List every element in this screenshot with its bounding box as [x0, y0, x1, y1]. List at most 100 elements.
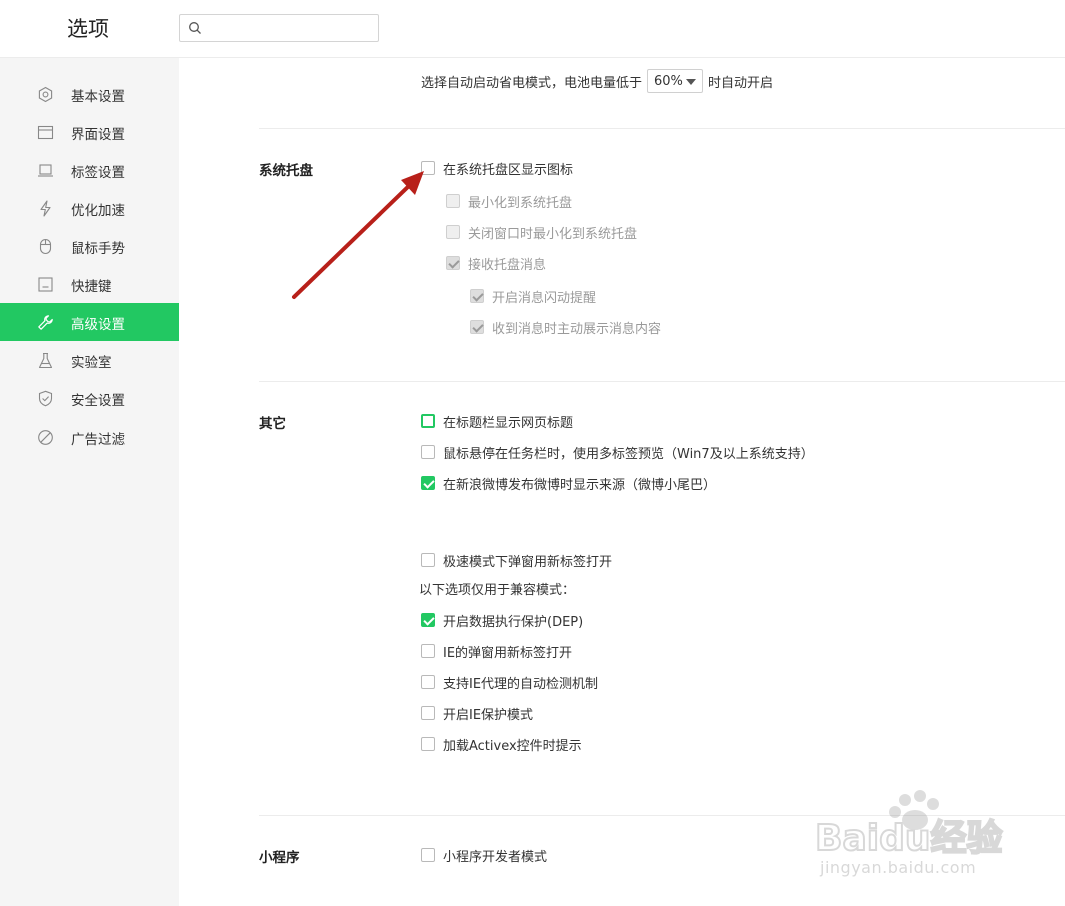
sidebar-item-optimize[interactable]: 优化加速 [0, 189, 179, 227]
watermark-domain: jingyan.baidu.com [820, 858, 977, 877]
option-label: 在标题栏显示网页标题 [443, 415, 574, 431]
section-title-other: 其它 [259, 416, 286, 432]
option-label: 开启IE保护模式 [443, 707, 534, 723]
tab-icon [38, 164, 53, 177]
window-icon [37, 125, 54, 140]
top-bar: 选项 [0, 0, 1065, 58]
sidebar-item-interface[interactable]: 界面设置 [0, 113, 179, 151]
sidebar-item-basic[interactable]: 基本设置 [0, 75, 179, 113]
watermark-brand: Baidu经验 [815, 818, 1002, 859]
checkbox[interactable] [421, 445, 435, 459]
sidebar-item-security[interactable]: 安全设置 [0, 379, 179, 417]
checkbox [446, 225, 460, 239]
show-page-title-option[interactable]: 在标题栏显示网页标题 [421, 411, 573, 431]
tray-show-content-option: 收到消息时主动展示消息内容 [470, 317, 661, 337]
option-label: 加载Activex控件时提示 [443, 738, 582, 754]
mouse-icon [39, 238, 52, 255]
page-title: 选项 [67, 17, 109, 41]
checkbox [470, 289, 484, 303]
tray-show-icon-option[interactable]: 在系统托盘区显示图标 [421, 158, 573, 178]
power-saving-setting: 选择自动启动省电模式，电池电量低于 60% 时自动开启 [421, 69, 773, 93]
search-icon [189, 22, 201, 34]
checkbox [470, 320, 484, 334]
compat-mode-note: 以下选项仅用于兼容模式： [419, 583, 576, 598]
checkbox[interactable] [421, 706, 435, 720]
section-divider [259, 381, 1065, 382]
sidebar-item-label: 快捷键 [71, 279, 112, 295]
option-label: IE的弹窗用新标签打开 [443, 645, 573, 661]
option-label: 极速模式下弹窗用新标签打开 [443, 554, 613, 570]
chevron-down-icon [686, 79, 697, 85]
wrench-icon [38, 315, 53, 330]
sidebar-item-label: 高级设置 [71, 317, 125, 333]
option-label: 小程序开发者模式 [443, 849, 548, 865]
option-label: 最小化到系统托盘 [468, 195, 573, 211]
checkbox[interactable] [421, 553, 435, 567]
option-label: 关闭窗口时最小化到系统托盘 [468, 226, 638, 242]
sidebar-item-label: 实验室 [71, 355, 112, 371]
dep-option[interactable]: 开启数据执行保护(DEP) [421, 610, 583, 630]
option-label: 接收托盘消息 [468, 257, 547, 273]
annotation-arrow [292, 171, 424, 299]
battery-threshold-value: 60% [654, 73, 683, 89]
option-label: 支持IE代理的自动检测机制 [443, 676, 599, 692]
checkbox[interactable] [421, 848, 435, 862]
keyboard-icon [38, 277, 53, 292]
option-label: 开启数据执行保护(DEP) [443, 614, 584, 630]
section-title-miniprogram: 小程序 [259, 850, 300, 866]
checkbox[interactable] [421, 476, 435, 490]
ie-popup-tab-option[interactable]: IE的弹窗用新标签打开 [421, 641, 572, 661]
ie-proxy-detect-option[interactable]: 支持IE代理的自动检测机制 [421, 672, 598, 692]
tray-flash-alert-option: 开启消息闪动提醒 [470, 286, 596, 306]
checkbox[interactable] [421, 613, 435, 627]
baidu-watermark: Baidu经验 jingyan.baidu.com [814, 790, 1015, 890]
sidebar-item-mouse-gestures[interactable]: 鼠标手势 [0, 227, 179, 265]
weibo-source-option[interactable]: 在新浪微博发布微博时显示来源（微博小尾巴） [421, 473, 716, 493]
shield-icon [38, 390, 53, 407]
section-divider [259, 128, 1065, 129]
gear-icon [38, 86, 53, 103]
flask-icon [38, 352, 53, 369]
taskbar-preview-option[interactable]: 鼠标悬停在任务栏时，使用多标签预览（Win7及以上系统支持） [421, 442, 814, 462]
block-icon [38, 430, 53, 445]
power-saving-prefix: 选择自动启动省电模式，电池电量低于 [421, 75, 643, 91]
sidebar-item-shortcuts[interactable]: 快捷键 [0, 265, 179, 303]
miniprogram-dev-mode-option[interactable]: 小程序开发者模式 [421, 845, 547, 865]
option-label: 鼠标悬停在任务栏时，使用多标签预览（Win7及以上系统支持） [443, 446, 814, 462]
lightning-icon [40, 200, 51, 217]
option-label: 在新浪微博发布微博时显示来源（微博小尾巴） [443, 477, 717, 493]
checkbox[interactable] [421, 414, 435, 428]
popup-new-tab-option[interactable]: 极速模式下弹窗用新标签打开 [421, 550, 612, 570]
tray-close-minimize-option: 关闭窗口时最小化到系统托盘 [446, 222, 637, 242]
option-label: 在系统托盘区显示图标 [443, 162, 574, 178]
baidu-paw-logo: Baidu经验 [814, 790, 1003, 860]
power-saving-suffix: 时自动开启 [708, 75, 774, 91]
sidebar-item-label: 优化加速 [71, 203, 125, 219]
tray-minimize-option: 最小化到系统托盘 [446, 191, 572, 211]
checkbox[interactable] [421, 737, 435, 751]
checkbox[interactable] [421, 644, 435, 658]
option-label: 开启消息闪动提醒 [492, 290, 597, 306]
sidebar-item-label: 界面设置 [71, 127, 125, 143]
sidebar-item-lab[interactable]: 实验室 [0, 341, 179, 379]
sidebar-item-advanced[interactable]: 高级设置 [0, 303, 179, 341]
search-input[interactable] [208, 17, 373, 39]
activex-prompt-option[interactable]: 加载Activex控件时提示 [421, 734, 582, 754]
sidebar-item-ad-filter[interactable]: 广告过滤 [0, 418, 179, 456]
sidebar-item-label: 安全设置 [71, 393, 125, 409]
sidebar-item-label: 广告过滤 [71, 432, 125, 448]
settings-panel: 选择自动启动省电模式，电池电量低于 60% 时自动开启 系统托盘 在系统托盘区显… [179, 58, 1065, 906]
checkbox[interactable] [421, 675, 435, 689]
search-box[interactable] [179, 14, 379, 42]
sidebar-item-label: 标签设置 [71, 165, 125, 181]
option-label: 收到消息时主动展示消息内容 [492, 321, 662, 337]
checkbox [446, 256, 460, 270]
sidebar-item-label: 基本设置 [71, 89, 125, 105]
sidebar-item-tabs[interactable]: 标签设置 [0, 151, 179, 189]
checkbox [446, 194, 460, 208]
sidebar-item-label: 鼠标手势 [71, 241, 125, 257]
battery-threshold-select[interactable]: 60% [647, 69, 704, 93]
sidebar: 基本设置 界面设置 标签设置 优化加速 鼠标手势 快捷键 高级设置 实验室 安全… [0, 58, 179, 906]
ie-protected-mode-option[interactable]: 开启IE保护模式 [421, 703, 533, 723]
tray-receive-messages-option: 接收托盘消息 [446, 253, 546, 273]
